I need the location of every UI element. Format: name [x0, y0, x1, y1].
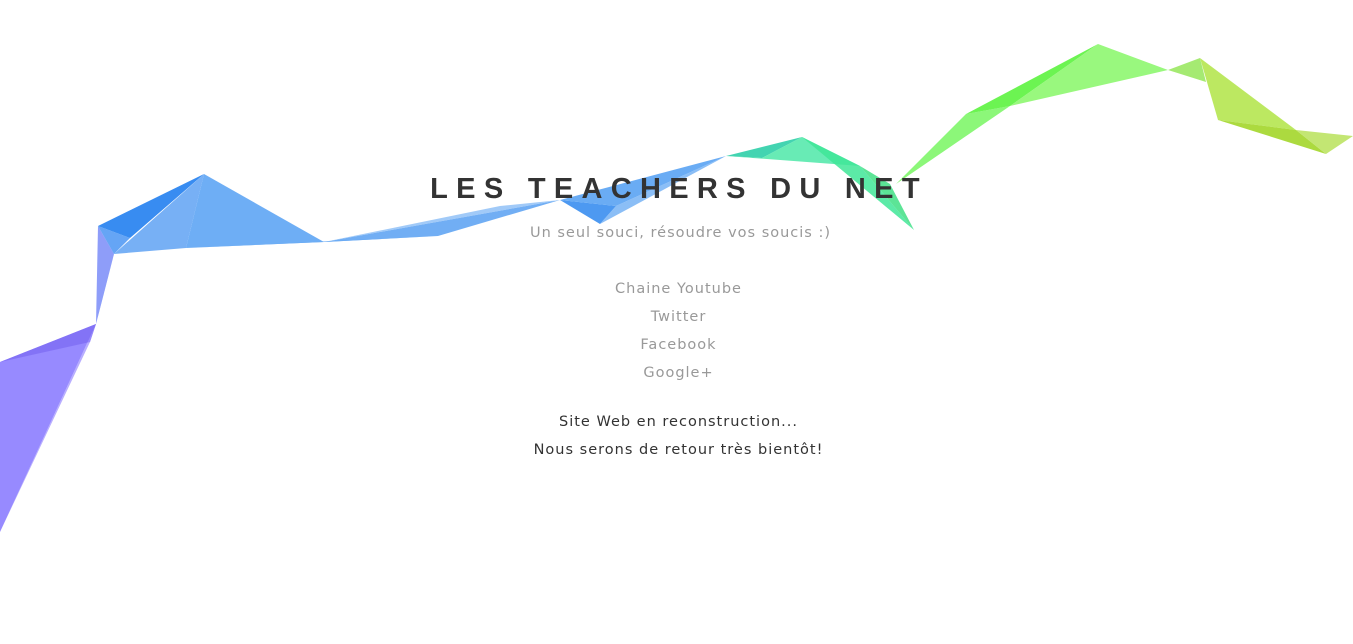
list-item: Facebook [0, 333, 1353, 361]
return-soon-message: Nous serons de retour très bientôt! [533, 442, 824, 458]
social-links-list: Chaine Youtube Twitter Facebook Google+ [0, 277, 1353, 389]
site-title: LES TEACHERS DU NET [430, 173, 928, 205]
youtube-channel-link[interactable]: Chaine Youtube [615, 281, 742, 297]
ribbon-facet [1200, 58, 1296, 130]
ribbon-facet [1010, 44, 1168, 106]
ribbon-facet [1168, 58, 1206, 82]
list-item: Google+ [0, 361, 1353, 389]
google-plus-link[interactable]: Google+ [643, 365, 713, 381]
list-item: Twitter [0, 305, 1353, 333]
list-item: Chaine Youtube [0, 277, 1353, 305]
twitter-link[interactable]: Twitter [651, 309, 707, 325]
maintenance-notice: Site Web en reconstruction... Nous seron… [0, 411, 1353, 467]
facebook-link[interactable]: Facebook [640, 337, 716, 353]
reconstruction-message: Site Web en reconstruction... [559, 414, 798, 430]
page: LES TEACHERS DU NET Un seul souci, résou… [0, 0, 1353, 644]
site-tagline: Un seul souci, résoudre vos soucis :) [529, 225, 832, 241]
